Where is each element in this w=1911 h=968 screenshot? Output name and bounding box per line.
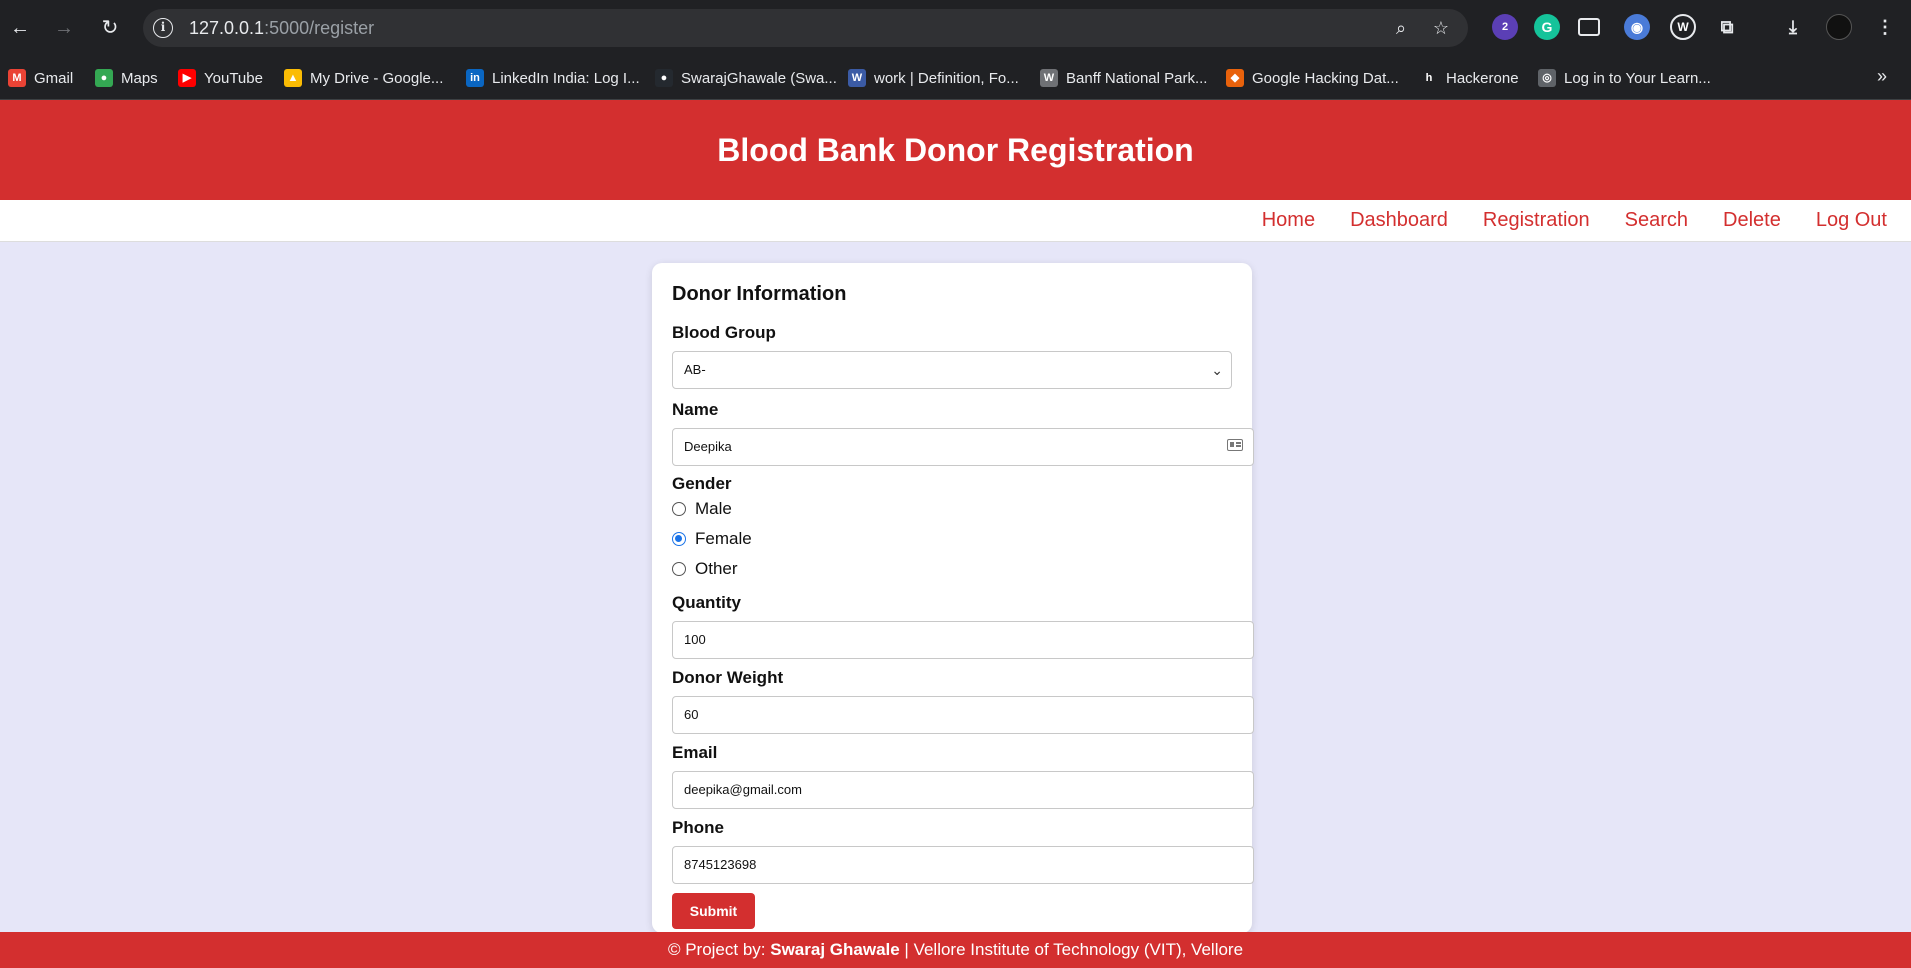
youtube-icon: ▶	[178, 69, 196, 87]
zoom-icon[interactable]: ⌕	[1390, 17, 1412, 39]
bookmark-item[interactable]: W Banff National Park...	[1040, 66, 1207, 90]
bookmark-item[interactable]: ● SwarajGhawale (Swa...	[655, 66, 837, 90]
gender-option-male[interactable]: Male	[672, 499, 732, 519]
page-title: Blood Bank Donor Registration	[717, 131, 1194, 168]
back-icon[interactable]: ←	[6, 14, 34, 42]
autofill-card-icon[interactable]	[1227, 439, 1243, 451]
bookmark-label: LinkedIn India: Log I...	[492, 69, 640, 87]
quantity-input[interactable]: 100	[672, 621, 1254, 659]
blood-group-value: AB-	[684, 362, 706, 377]
bookmarks-overflow-icon[interactable]: »	[1877, 66, 1887, 87]
phone-label: Phone	[672, 818, 724, 837]
bookmark-item[interactable]: ◆ Google Hacking Dat...	[1226, 66, 1399, 90]
bookmark-label: Hackerone	[1446, 69, 1519, 87]
name-label: Name	[672, 400, 719, 419]
menu-kebab-icon[interactable]: ⋮	[1872, 14, 1898, 40]
wordtune-icon[interactable]: W	[1670, 14, 1696, 40]
drive-icon: ▲	[284, 69, 302, 87]
bookmark-item[interactable]: ▶ YouTube	[178, 66, 263, 90]
bookmark-label: Maps	[121, 69, 158, 87]
donor-weight-input[interactable]: 60	[672, 696, 1254, 734]
site-info-icon[interactable]: i	[153, 18, 173, 38]
phone-input[interactable]: 8745123698	[672, 846, 1254, 884]
forward-icon[interactable]: →	[50, 14, 78, 42]
email-input[interactable]: deepika@gmail.com	[672, 771, 1254, 809]
download-icon[interactable]: ⤓	[1780, 14, 1806, 40]
gmail-icon: M	[8, 69, 26, 87]
bookmark-item[interactable]: ◎ Log in to Your Learn...	[1538, 66, 1711, 90]
nav-link-home[interactable]: Home	[1262, 209, 1315, 232]
quantity-label: Quantity	[672, 593, 741, 612]
radio-button[interactable]	[672, 562, 686, 576]
email-label: Email	[672, 743, 718, 762]
name-input[interactable]: Deepika	[672, 428, 1254, 466]
bookmark-item[interactable]: ▲ My Drive - Google...	[284, 66, 443, 90]
bookmark-item[interactable]: M Gmail	[8, 66, 73, 90]
bookmark-label: Google Hacking Dat...	[1252, 69, 1399, 87]
radio-label: Female	[695, 529, 752, 548]
gender-label: Gender	[672, 474, 732, 493]
url-text: 127.0.0.1:5000/register	[189, 18, 375, 38]
github-icon: ●	[655, 69, 673, 87]
tab-search-icon[interactable]	[1578, 18, 1600, 36]
bookmark-label: SwarajGhawale (Swa...	[681, 69, 837, 87]
bookmark-item[interactable]: ● Maps	[95, 66, 158, 90]
nav-link-delete[interactable]: Delete	[1723, 209, 1781, 232]
donor-form-card: Donor Information Blood Group AB- ⌄ Name…	[652, 263, 1254, 933]
bookmark-label: work | Definition, Fo...	[874, 69, 1019, 87]
gender-option-other[interactable]: Other	[672, 559, 738, 579]
bookmark-label: Banff National Park...	[1066, 69, 1208, 87]
bookmark-item[interactable]: h Hackerone	[1420, 66, 1519, 90]
radio-button[interactable]	[672, 532, 686, 546]
nav-link-registration[interactable]: Registration	[1483, 209, 1590, 232]
browser-extension-icon[interactable]: ◉	[1624, 14, 1650, 40]
bookmark-label: YouTube	[204, 69, 263, 87]
nav-link-search[interactable]: Search	[1625, 209, 1688, 232]
nav-link-dashboard[interactable]: Dashboard	[1350, 209, 1448, 232]
donor-weight-label: Donor Weight	[672, 668, 784, 687]
radio-button[interactable]	[672, 502, 686, 516]
maps-icon: ●	[95, 69, 113, 87]
bookmark-item[interactable]: Wwork | Definition, Fo...	[848, 66, 1019, 90]
radio-label: Other	[695, 559, 738, 578]
radio-label: Male	[695, 499, 732, 518]
globe-icon: ◎	[1538, 69, 1556, 87]
wiki-icon: W	[1040, 69, 1058, 87]
footer-prefix: © Project by:	[667, 940, 771, 959]
reload-icon[interactable]: ↻	[96, 14, 124, 42]
footer-suffix: | Vellore Institute of Technology (VIT),…	[899, 940, 1244, 959]
profile-avatar-icon[interactable]	[1826, 14, 1852, 40]
dictionary-icon: W	[848, 69, 866, 87]
blood-group-label: Blood Group	[672, 323, 776, 342]
grammarly-icon[interactable]: G	[1534, 14, 1560, 40]
chevron-down-icon: ⌄	[1211, 362, 1223, 378]
bookmark-star-icon[interactable]: ☆	[1430, 17, 1452, 39]
linkedin-icon: in	[466, 69, 484, 87]
footer-author: Swaraj Ghawale	[770, 940, 900, 959]
hackerone-icon: h	[1420, 69, 1438, 87]
bookmarks-bar: M Gmail ● Maps ▶ YouTube ▲ My Drive - Google...…	[0, 56, 1911, 100]
exploit-db-icon: ◆	[1226, 69, 1244, 87]
bookmark-label: My Drive - Google...	[310, 69, 444, 87]
site-header: Blood Bank Donor Registration	[0, 100, 1911, 200]
blood-group-select[interactable]: AB- ⌄	[672, 351, 1232, 389]
extensions-puzzle-icon[interactable]: ⧉	[1714, 14, 1740, 40]
address-bar[interactable]: i 127.0.0.1:5000/register ⌕ ☆	[143, 9, 1468, 47]
submit-button[interactable]: Submit	[672, 893, 755, 929]
nav-link-log-out[interactable]: Log Out	[1816, 209, 1887, 232]
bookmark-label: Log in to Your Learn...	[1564, 69, 1711, 87]
name-value: Deepika	[684, 439, 732, 454]
bookmark-item[interactable]: in LinkedIn India: Log I...	[466, 66, 640, 90]
browser-toolbar: ← → ↻ i 127.0.0.1:5000/register ⌕ ☆ 2 G …	[0, 0, 1911, 56]
footer: © Project by: Swaraj Ghawale | Vellore I…	[0, 932, 1911, 968]
gender-option-female[interactable]: Female	[672, 529, 752, 549]
form-title: Donor Information	[672, 283, 847, 305]
navbar: Home Dashboard Registration Search Delete Log…	[0, 200, 1911, 242]
extension-badge-icon[interactable]: 2	[1492, 14, 1518, 40]
bookmark-label: Gmail	[34, 69, 74, 87]
